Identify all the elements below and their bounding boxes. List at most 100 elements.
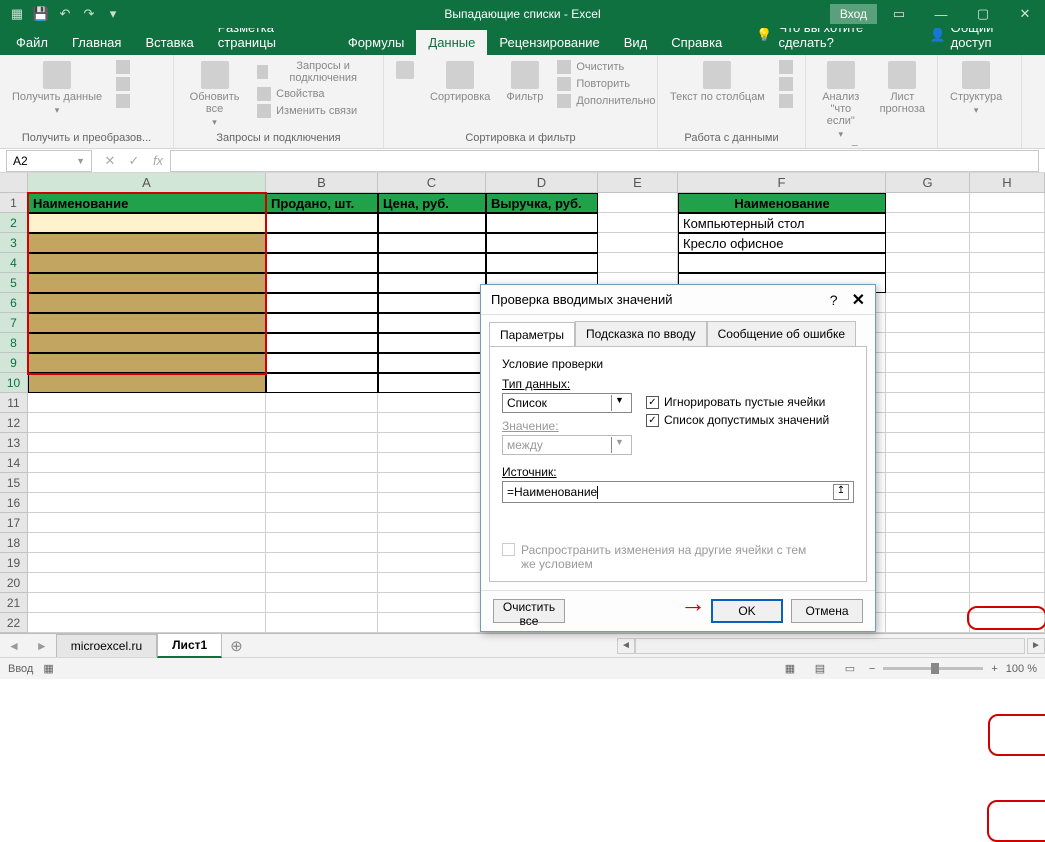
cell-C16[interactable]	[378, 493, 486, 513]
cell-G4[interactable]	[886, 253, 970, 273]
cell-C6[interactable]	[378, 293, 486, 313]
row-header-15[interactable]: 15	[0, 473, 28, 493]
cell-D4[interactable]	[486, 253, 598, 273]
cell-B14[interactable]	[266, 453, 378, 473]
ok-button[interactable]: OK	[711, 599, 783, 623]
cell-H22[interactable]	[970, 613, 1045, 633]
row-header-17[interactable]: 17	[0, 513, 28, 533]
from-web-button[interactable]	[114, 76, 132, 92]
cell-G18[interactable]	[886, 533, 970, 553]
row-header-10[interactable]: 10	[0, 373, 28, 393]
row-header-21[interactable]: 21	[0, 593, 28, 613]
cell-H13[interactable]	[970, 433, 1045, 453]
cell-H12[interactable]	[970, 413, 1045, 433]
row-header-4[interactable]: 4	[0, 253, 28, 273]
cell-G5[interactable]	[886, 273, 970, 293]
cell-C14[interactable]	[378, 453, 486, 473]
sheet-tab-2[interactable]: Лист1	[157, 633, 222, 658]
cell-B11[interactable]	[266, 393, 378, 413]
cell-H8[interactable]	[970, 333, 1045, 353]
cell-B18[interactable]	[266, 533, 378, 553]
row-header-5[interactable]: 5	[0, 273, 28, 293]
sort-az-button[interactable]	[392, 59, 418, 81]
dialog-help-icon[interactable]: ?	[830, 292, 838, 308]
queries-connections-button[interactable]: Запросы и подключения	[255, 59, 375, 85]
cell-H4[interactable]	[970, 253, 1045, 273]
cell-A7[interactable]	[28, 313, 266, 333]
cell-C2[interactable]	[378, 213, 486, 233]
name-box-dropdown-icon[interactable]: ▼	[76, 156, 85, 166]
cell-C13[interactable]	[378, 433, 486, 453]
cell-F4[interactable]	[678, 253, 886, 273]
cell-H16[interactable]	[970, 493, 1045, 513]
save-icon[interactable]: 💾	[32, 5, 50, 23]
reapply-button[interactable]: Повторить	[555, 76, 632, 92]
cell-G21[interactable]	[886, 593, 970, 613]
cell-G2[interactable]	[886, 213, 970, 233]
dialog-close-icon[interactable]: ✕	[852, 290, 865, 310]
cell-H6[interactable]	[970, 293, 1045, 313]
cancel-button[interactable]: Отмена	[791, 599, 863, 623]
cell-B1[interactable]: Продано, шт.	[266, 193, 378, 213]
tab-file[interactable]: Файл	[4, 30, 60, 55]
refresh-all-button[interactable]: Обновить все▾	[182, 59, 247, 130]
cell-H7[interactable]	[970, 313, 1045, 333]
cell-G6[interactable]	[886, 293, 970, 313]
formula-bar[interactable]	[170, 150, 1039, 172]
col-header-H[interactable]: H	[970, 173, 1045, 193]
cell-B20[interactable]	[266, 573, 378, 593]
col-header-A[interactable]: A	[28, 173, 266, 193]
cell-A1[interactable]: Наименование	[28, 193, 266, 213]
cell-H19[interactable]	[970, 553, 1045, 573]
cell-H17[interactable]	[970, 513, 1045, 533]
dialog-tab-error-alert[interactable]: Сообщение об ошибке	[707, 321, 856, 346]
cell-H21[interactable]	[970, 593, 1045, 613]
cell-H10[interactable]	[970, 373, 1045, 393]
cell-B16[interactable]	[266, 493, 378, 513]
cell-B10[interactable]	[266, 373, 378, 393]
row-header-22[interactable]: 22	[0, 613, 28, 633]
name-box[interactable]: A2▼	[6, 150, 92, 172]
row-header-9[interactable]: 9	[0, 353, 28, 373]
cell-G13[interactable]	[886, 433, 970, 453]
tab-review[interactable]: Рецензирование	[487, 30, 611, 55]
sheet-nav-next-icon[interactable]: ►	[28, 639, 56, 653]
cell-B5[interactable]	[266, 273, 378, 293]
get-data-button[interactable]: Получить данные▾	[8, 59, 106, 118]
cell-H18[interactable]	[970, 533, 1045, 553]
cell-B12[interactable]	[266, 413, 378, 433]
from-text-button[interactable]	[114, 59, 132, 75]
cell-C9[interactable]	[378, 353, 486, 373]
row-header-7[interactable]: 7	[0, 313, 28, 333]
cell-C12[interactable]	[378, 413, 486, 433]
minimize-icon[interactable]: —	[921, 0, 961, 28]
cell-C5[interactable]	[378, 273, 486, 293]
row-header-13[interactable]: 13	[0, 433, 28, 453]
cell-B4[interactable]	[266, 253, 378, 273]
type-select[interactable]: Список▼	[502, 393, 632, 413]
cell-G16[interactable]	[886, 493, 970, 513]
cell-C11[interactable]	[378, 393, 486, 413]
cell-C3[interactable]	[378, 233, 486, 253]
row-header-1[interactable]: 1	[0, 193, 28, 213]
cell-E2[interactable]	[598, 213, 678, 233]
cell-C20[interactable]	[378, 573, 486, 593]
cell-A6[interactable]	[28, 293, 266, 313]
cell-C1[interactable]: Цена, руб.	[378, 193, 486, 213]
text-to-columns-button[interactable]: Текст по столбцам	[666, 59, 769, 105]
enter-formula-icon[interactable]: ✓	[122, 153, 146, 169]
cell-A5[interactable]	[28, 273, 266, 293]
remove-duplicates-button[interactable]	[777, 76, 795, 92]
cell-B22[interactable]	[266, 613, 378, 633]
row-header-20[interactable]: 20	[0, 573, 28, 593]
advanced-button[interactable]: Дополнительно	[555, 93, 657, 109]
cell-F1[interactable]: Наименование	[678, 193, 886, 213]
from-table-button[interactable]	[114, 93, 132, 109]
cell-A4[interactable]	[28, 253, 266, 273]
cell-H11[interactable]	[970, 393, 1045, 413]
range-picker-icon[interactable]: ↥	[833, 484, 849, 500]
cell-D1[interactable]: Выручка, руб.	[486, 193, 598, 213]
cell-A8[interactable]	[28, 333, 266, 353]
row-header-12[interactable]: 12	[0, 413, 28, 433]
cell-H3[interactable]	[970, 233, 1045, 253]
